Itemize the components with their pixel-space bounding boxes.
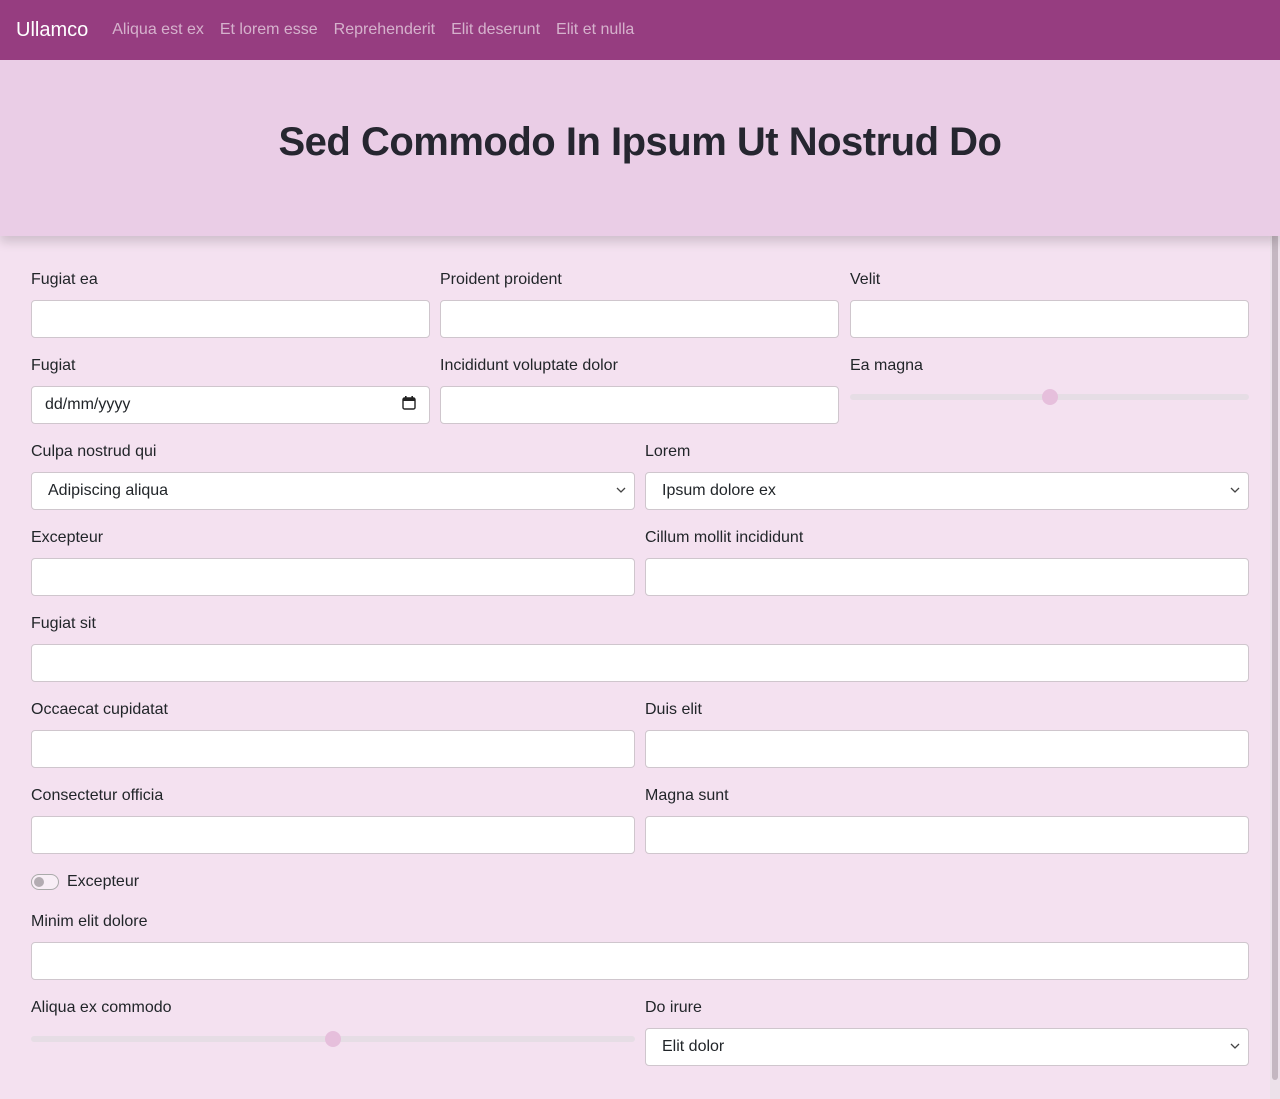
occaecat-cupidatat-input[interactable] xyxy=(31,730,635,768)
date-placeholder: dd/mm/yyyy xyxy=(45,396,131,413)
lorem-selected: Ipsum dolore ex xyxy=(662,482,776,499)
magna-sunt-label: Magna sunt xyxy=(645,787,729,804)
nav-link-et-lorem-esse[interactable]: Et lorem esse xyxy=(220,21,318,39)
culpa-nostrud-qui-selected: Adipiscing aliqua xyxy=(48,482,169,499)
velit-input[interactable] xyxy=(850,300,1249,338)
ea-magna-range-thumb[interactable] xyxy=(1041,389,1058,405)
lorem-label: Lorem xyxy=(645,443,691,460)
fugiat-ea-label: Fugiat ea xyxy=(31,271,98,288)
proident-proident-input[interactable] xyxy=(440,300,839,338)
magna-sunt-input[interactable] xyxy=(645,816,1249,854)
excepteur-switch-knob xyxy=(34,877,44,887)
cillum-mollit-incididunt-input[interactable] xyxy=(645,558,1249,596)
occaecat-cupidatat-label: Occaecat cupidatat xyxy=(31,701,168,718)
navbar: Ullamco Aliqua est ex Et lorem esse Repr… xyxy=(0,0,1280,60)
fugiat-sit-input[interactable] xyxy=(31,644,1249,682)
minim-elit-dolore-label: Minim elit dolore xyxy=(31,913,148,930)
culpa-nostrud-qui-select[interactable]: Adipiscing aliqua xyxy=(31,472,635,510)
ea-magna-range[interactable] xyxy=(850,389,1249,405)
duis-elit-input[interactable] xyxy=(645,730,1249,768)
velit-label: Velit xyxy=(850,271,881,288)
aliqua-ex-commodo-range-thumb[interactable] xyxy=(325,1031,341,1047)
fugiat-date-input[interactable]: dd/mm/yyyy xyxy=(31,386,430,424)
aliqua-ex-commodo-range[interactable] xyxy=(31,1031,635,1047)
nav-link-aliqua-est-ex[interactable]: Aliqua est ex xyxy=(112,21,204,39)
do-irure-select[interactable]: Elit dolor xyxy=(645,1028,1249,1066)
excepteur-input[interactable] xyxy=(31,558,635,596)
aliqua-ex-commodo-label: Aliqua ex commodo xyxy=(31,999,172,1016)
page-title: Sed Commodo In Ipsum Ut Nostrud Do xyxy=(278,120,1002,164)
cillum-mollit-incididunt-label: Cillum mollit incididunt xyxy=(645,529,804,546)
nav-link-elit-deserunt[interactable]: Elit deserunt xyxy=(451,21,540,39)
nav-link-elit-et-nulla[interactable]: Elit et nulla xyxy=(556,21,634,39)
lorem-select[interactable]: Ipsum dolore ex xyxy=(645,472,1249,510)
brand-link[interactable]: Ullamco xyxy=(16,19,88,42)
proident-proident-label: Proident proident xyxy=(440,271,562,288)
excepteur-switch-label[interactable]: Excepteur xyxy=(67,873,139,891)
do-irure-label: Do irure xyxy=(645,999,702,1016)
incididunt-voluptate-dolor-input[interactable] xyxy=(440,386,839,424)
consectetur-officia-input[interactable] xyxy=(31,816,635,854)
fugiat-ea-input[interactable] xyxy=(31,300,430,338)
minim-elit-dolore-input[interactable] xyxy=(31,942,1249,980)
culpa-nostrud-qui-label: Culpa nostrud qui xyxy=(31,443,157,460)
fugiat-label: Fugiat xyxy=(31,357,76,374)
excepteur-label: Excepteur xyxy=(31,529,104,546)
chevron-down-icon xyxy=(616,486,626,497)
calendar-icon[interactable] xyxy=(402,395,416,415)
incididunt-voluptate-dolor-label: Incididunt voluptate dolor xyxy=(440,357,618,374)
nav-link-reprehenderit[interactable]: Reprehenderit xyxy=(334,21,435,39)
fugiat-sit-label: Fugiat sit xyxy=(31,615,96,632)
excepteur-switch[interactable] xyxy=(31,874,59,890)
consectetur-officia-label: Consectetur officia xyxy=(31,787,164,804)
ea-magna-label: Ea magna xyxy=(850,357,923,374)
chevron-down-icon xyxy=(1230,1042,1240,1053)
chevron-down-icon xyxy=(1230,486,1240,497)
hero-banner: Sed Commodo In Ipsum Ut Nostrud Do xyxy=(0,60,1280,236)
do-irure-selected: Elit dolor xyxy=(662,1038,725,1055)
duis-elit-label: Duis elit xyxy=(645,701,702,718)
